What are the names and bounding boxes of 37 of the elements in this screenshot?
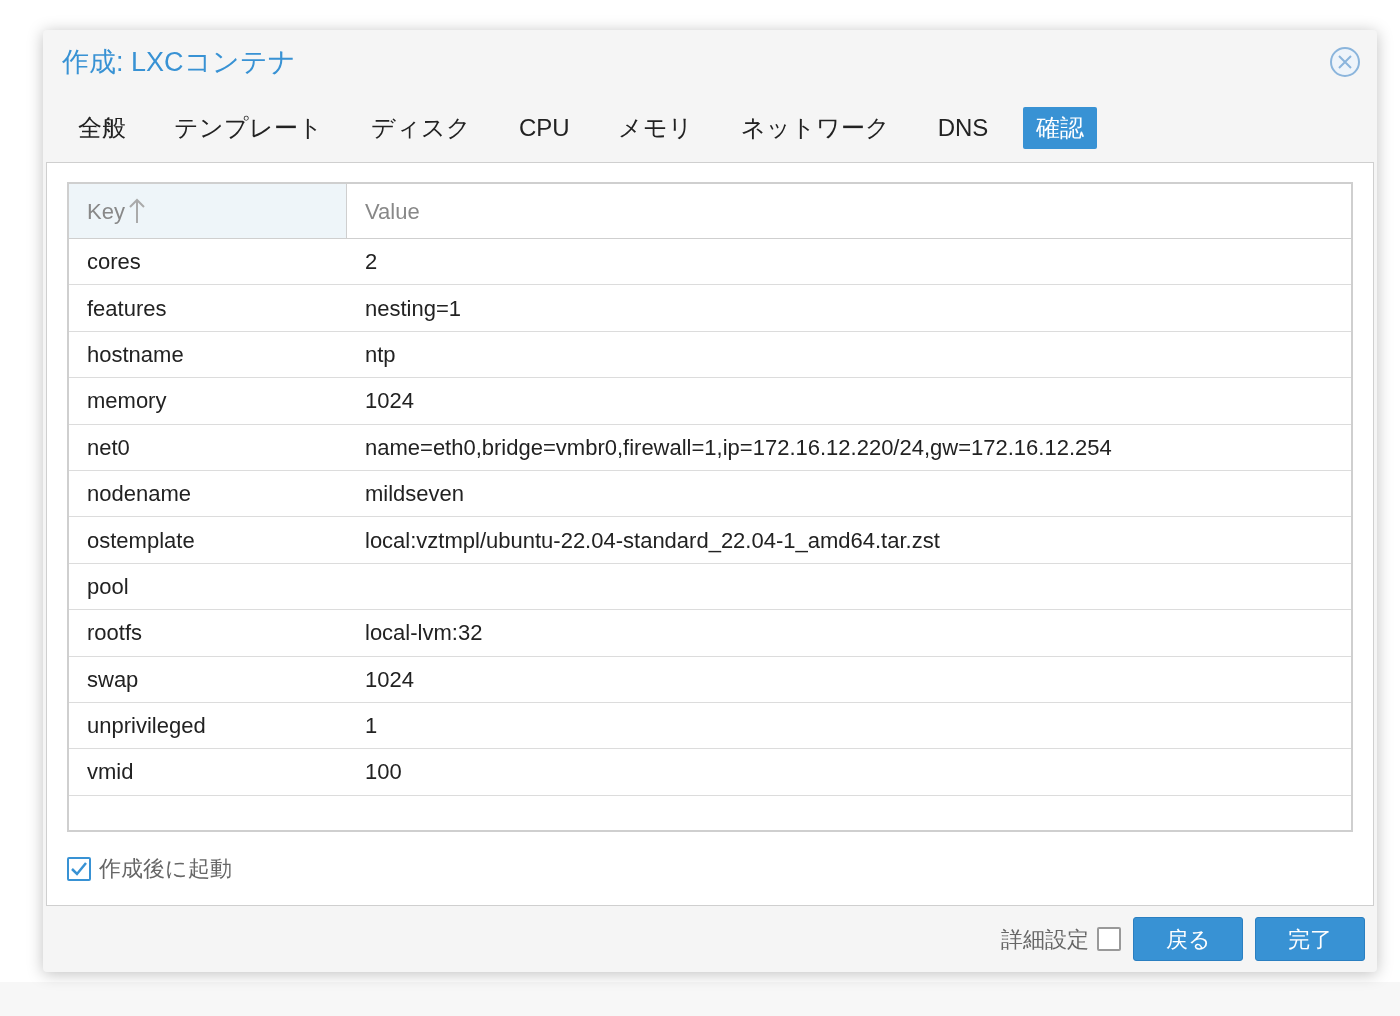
- table-cell-text: cores: [86, 248, 142, 277]
- tab[interactable]: ディスク: [358, 107, 484, 149]
- table-cell-text: ostemplate: [86, 526, 196, 555]
- table-cell-text: name=eth0,bridge=vmbr0,firewall=1,ip=172.16.12.220/24,gw=172.16.12.254: [364, 433, 1113, 462]
- table-cell-text: vmid: [86, 758, 135, 787]
- tab[interactable]: CPU: [506, 107, 583, 149]
- table-cell-text: rootfs: [86, 619, 144, 648]
- table-cell-text: 100: [364, 758, 403, 787]
- table-cell-text: 1: [364, 712, 379, 741]
- table-cell-text: local-lvm:32: [364, 619, 484, 648]
- table-cell-text: mildseven: [364, 480, 466, 509]
- tab[interactable]: 全般: [65, 107, 139, 149]
- table-cell-text: nesting=1: [364, 294, 463, 323]
- sort-arrow-icon: [128, 198, 145, 224]
- table-cell-text: 2: [364, 248, 379, 277]
- tab[interactable]: DNS: [924, 107, 1002, 149]
- checkbox-label: 作成後に起動: [99, 855, 232, 883]
- tab[interactable]: メモリ: [604, 107, 706, 149]
- table-cell-text: pool: [86, 572, 130, 601]
- close-icon[interactable]: [1329, 46, 1361, 78]
- table-cell-text: unprivileged: [86, 712, 207, 741]
- dialog-title: 作成: LXCコンテナ: [62, 45, 296, 79]
- table-cell-text: 1024: [364, 387, 415, 416]
- checkbox[interactable]: [67, 856, 91, 881]
- table-cell-text: local:vztmpl/ubuntu-22.04-standard_22.04-1_amd64.tar.zst: [364, 526, 941, 555]
- tab[interactable]: テンプレート: [161, 107, 336, 149]
- checkbox[interactable]: [1097, 927, 1121, 951]
- checkbox-label: 詳細設定: [1001, 925, 1089, 954]
- table-cell-text: hostname: [86, 340, 185, 369]
- table-cell-text: ntp: [364, 340, 397, 369]
- table-cell-text: swap: [86, 665, 140, 694]
- table-cell-text: 1024: [364, 665, 415, 694]
- tab[interactable]: ネットワーク: [727, 107, 903, 149]
- table-cell-text: net0: [86, 433, 131, 462]
- table-cell-text: nodename: [86, 480, 192, 509]
- table-cell-text: features: [86, 294, 168, 323]
- table-cell-text: memory: [86, 387, 168, 416]
